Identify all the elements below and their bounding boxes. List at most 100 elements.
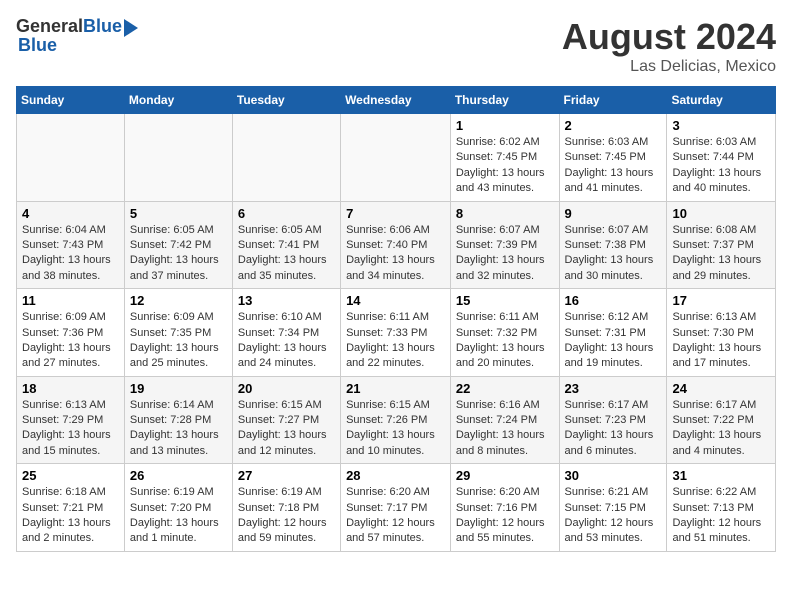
- calendar-cell: 8 Sunrise: 6:07 AM Sunset: 7:39 PM Daylig…: [450, 201, 559, 289]
- day-info: Sunrise: 6:12 AM Sunset: 7:31 PM Dayligh…: [565, 310, 662, 372]
- day-info: Sunrise: 6:16 AM Sunset: 7:24 PM Dayligh…: [456, 398, 554, 460]
- calendar-cell: 6Sunrise: 6:05 AM Sunset: 7:41 PM Daylig…: [232, 201, 340, 289]
- day-number: 12: [130, 293, 227, 308]
- day-info: Sunrise: 6:05 AM Sunset: 7:42 PM Dayligh…: [130, 223, 227, 285]
- day-info: Sunrise: 6:08 AM Sunset: 7:37 PM Dayligh…: [672, 223, 770, 285]
- header-sunday: Sunday: [17, 87, 125, 114]
- day-number: 26: [130, 468, 227, 483]
- day-number: 22: [456, 381, 554, 396]
- day-info: Sunrise: 6:13 AM Sunset: 7:29 PM Dayligh…: [22, 398, 119, 460]
- calendar-cell: [232, 114, 340, 202]
- day-number: 27: [238, 468, 335, 483]
- day-number: 23: [565, 381, 662, 396]
- logo-blue-label: Blue: [16, 35, 57, 56]
- day-number: 13: [238, 293, 335, 308]
- header-thursday: Thursday: [450, 87, 559, 114]
- calendar-cell: 25 Sunrise: 6:18 AM Sunset: 7:21 PM Dayli…: [17, 464, 125, 552]
- page-header: General Blue Blue August 2024 Las Delici…: [16, 16, 776, 76]
- day-info: Sunrise: 6:09 AM Sunset: 7:35 PM Dayligh…: [130, 310, 227, 372]
- header-wednesday: Wednesday: [341, 87, 451, 114]
- day-info: Sunrise: 6:19 AM Sunset: 7:20 PM Dayligh…: [130, 485, 227, 547]
- day-info: Sunrise: 6:19 AM Sunset: 7:18 PM Dayligh…: [238, 485, 335, 547]
- calendar-cell: 27 Sunrise: 6:19 AM Sunset: 7:18 PM Dayli…: [232, 464, 340, 552]
- day-number: 17: [672, 293, 770, 308]
- calendar-week-row: 25 Sunrise: 6:18 AM Sunset: 7:21 PM Dayli…: [17, 464, 776, 552]
- calendar-week-row: 11 Sunrise: 6:09 AM Sunset: 7:36 PM Dayli…: [17, 289, 776, 377]
- day-number: 11: [22, 293, 119, 308]
- calendar-cell: 13 Sunrise: 6:10 AM Sunset: 7:34 PM Dayli…: [232, 289, 340, 377]
- calendar-cell: 1Sunrise: 6:02 AM Sunset: 7:45 PM Daylig…: [450, 114, 559, 202]
- month-year-title: August 2024: [562, 16, 776, 58]
- calendar-cell: 23Sunrise: 6:17 AM Sunset: 7:23 PM Dayli…: [559, 376, 667, 464]
- day-info: Sunrise: 6:02 AM Sunset: 7:45 PM Dayligh…: [456, 135, 554, 197]
- header-saturday: Saturday: [667, 87, 776, 114]
- day-number: 30: [565, 468, 662, 483]
- calendar-cell: 15 Sunrise: 6:11 AM Sunset: 7:32 PM Dayli…: [450, 289, 559, 377]
- day-info: Sunrise: 6:11 AM Sunset: 7:32 PM Dayligh…: [456, 310, 554, 372]
- calendar-cell: 3 Sunrise: 6:03 AM Sunset: 7:44 PM Daylig…: [667, 114, 776, 202]
- day-number: 19: [130, 381, 227, 396]
- calendar-cell: 10 Sunrise: 6:08 AM Sunset: 7:37 PM Dayli…: [667, 201, 776, 289]
- day-number: 7: [346, 206, 445, 221]
- day-number: 29: [456, 468, 554, 483]
- day-number: 3: [672, 118, 770, 133]
- day-number: 4: [22, 206, 119, 221]
- title-block: August 2024 Las Delicias, Mexico: [562, 16, 776, 76]
- day-number: 24: [672, 381, 770, 396]
- day-number: 8: [456, 206, 554, 221]
- day-info: Sunrise: 6:14 AM Sunset: 7:28 PM Dayligh…: [130, 398, 227, 460]
- day-info: Sunrise: 6:10 AM Sunset: 7:34 PM Dayligh…: [238, 310, 335, 372]
- day-info: Sunrise: 6:06 AM Sunset: 7:40 PM Dayligh…: [346, 223, 445, 285]
- day-number: 25: [22, 468, 119, 483]
- day-info: Sunrise: 6:15 AM Sunset: 7:26 PM Dayligh…: [346, 398, 445, 460]
- day-number: 28: [346, 468, 445, 483]
- calendar-table: SundayMondayTuesdayWednesdayThursdayFrid…: [16, 86, 776, 552]
- day-info: Sunrise: 6:07 AM Sunset: 7:38 PM Dayligh…: [565, 223, 662, 285]
- calendar-week-row: 1Sunrise: 6:02 AM Sunset: 7:45 PM Daylig…: [17, 114, 776, 202]
- day-number: 21: [346, 381, 445, 396]
- day-info: Sunrise: 6:03 AM Sunset: 7:44 PM Dayligh…: [672, 135, 770, 197]
- day-info: Sunrise: 6:22 AM Sunset: 7:13 PM Dayligh…: [672, 485, 770, 547]
- calendar-cell: 18 Sunrise: 6:13 AM Sunset: 7:29 PM Dayli…: [17, 376, 125, 464]
- day-info: Sunrise: 6:18 AM Sunset: 7:21 PM Dayligh…: [22, 485, 119, 547]
- logo-blue-text: Blue: [83, 16, 122, 37]
- calendar-cell: 28 Sunrise: 6:20 AM Sunset: 7:17 PM Dayli…: [341, 464, 451, 552]
- day-info: Sunrise: 6:15 AM Sunset: 7:27 PM Dayligh…: [238, 398, 335, 460]
- day-info: Sunrise: 6:21 AM Sunset: 7:15 PM Dayligh…: [565, 485, 662, 547]
- logo: General Blue Blue: [16, 16, 138, 56]
- day-info: Sunrise: 6:09 AM Sunset: 7:36 PM Dayligh…: [22, 310, 119, 372]
- calendar-cell: 16 Sunrise: 6:12 AM Sunset: 7:31 PM Dayli…: [559, 289, 667, 377]
- calendar-cell: 14Sunrise: 6:11 AM Sunset: 7:33 PM Dayli…: [341, 289, 451, 377]
- day-info: Sunrise: 6:13 AM Sunset: 7:30 PM Dayligh…: [672, 310, 770, 372]
- day-number: 16: [565, 293, 662, 308]
- calendar-cell: 9Sunrise: 6:07 AM Sunset: 7:38 PM Daylig…: [559, 201, 667, 289]
- day-info: Sunrise: 6:04 AM Sunset: 7:43 PM Dayligh…: [22, 223, 119, 285]
- calendar-cell: 21 Sunrise: 6:15 AM Sunset: 7:26 PM Dayli…: [341, 376, 451, 464]
- logo-arrow-icon: [124, 19, 138, 37]
- calendar-cell: [17, 114, 125, 202]
- calendar-cell: 11 Sunrise: 6:09 AM Sunset: 7:36 PM Dayli…: [17, 289, 125, 377]
- calendar-week-row: 4 Sunrise: 6:04 AM Sunset: 7:43 PM Daylig…: [17, 201, 776, 289]
- day-number: 20: [238, 381, 335, 396]
- day-number: 18: [22, 381, 119, 396]
- header-tuesday: Tuesday: [232, 87, 340, 114]
- day-number: 10: [672, 206, 770, 221]
- calendar-cell: 24Sunrise: 6:17 AM Sunset: 7:22 PM Dayli…: [667, 376, 776, 464]
- location-subtitle: Las Delicias, Mexico: [562, 58, 776, 76]
- day-info: Sunrise: 6:03 AM Sunset: 7:45 PM Dayligh…: [565, 135, 662, 197]
- calendar-cell: 12 Sunrise: 6:09 AM Sunset: 7:35 PM Dayli…: [124, 289, 232, 377]
- day-number: 31: [672, 468, 770, 483]
- day-info: Sunrise: 6:20 AM Sunset: 7:17 PM Dayligh…: [346, 485, 445, 547]
- calendar-cell: 2Sunrise: 6:03 AM Sunset: 7:45 PM Daylig…: [559, 114, 667, 202]
- day-info: Sunrise: 6:11 AM Sunset: 7:33 PM Dayligh…: [346, 310, 445, 372]
- calendar-week-row: 18 Sunrise: 6:13 AM Sunset: 7:29 PM Dayli…: [17, 376, 776, 464]
- day-number: 15: [456, 293, 554, 308]
- calendar-cell: 30 Sunrise: 6:21 AM Sunset: 7:15 PM Dayli…: [559, 464, 667, 552]
- day-info: Sunrise: 6:20 AM Sunset: 7:16 PM Dayligh…: [456, 485, 554, 547]
- logo-general-text: General: [16, 16, 83, 37]
- calendar-cell: 31 Sunrise: 6:22 AM Sunset: 7:13 PM Dayli…: [667, 464, 776, 552]
- calendar-cell: 22 Sunrise: 6:16 AM Sunset: 7:24 PM Dayli…: [450, 376, 559, 464]
- header-monday: Monday: [124, 87, 232, 114]
- calendar-header-row: SundayMondayTuesdayWednesdayThursdayFrid…: [17, 87, 776, 114]
- day-info: Sunrise: 6:07 AM Sunset: 7:39 PM Dayligh…: [456, 223, 554, 285]
